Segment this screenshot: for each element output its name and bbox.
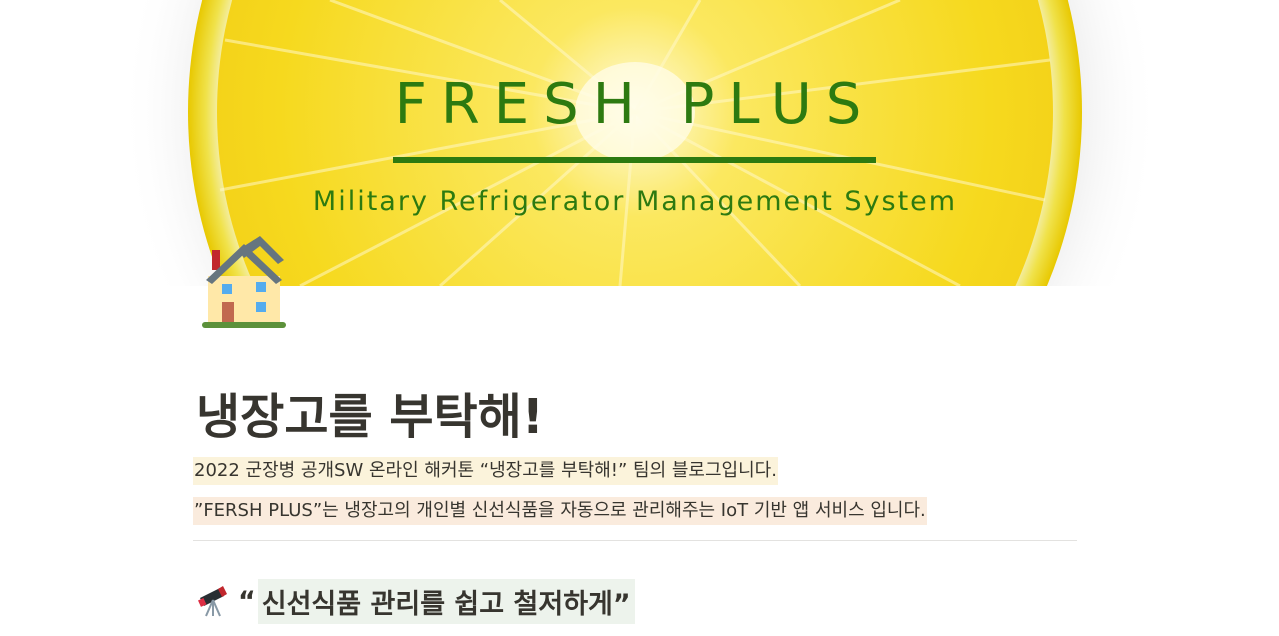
- heading-text: 신선식품 관리를 쉽고 철저하게”: [257, 578, 635, 624]
- cover-title: FRESH PLUS: [394, 72, 876, 137]
- cover-subtitle: Military Refrigerator Management System: [312, 186, 958, 217]
- lemon-cover-image: [120, 0, 1160, 286]
- page-cover[interactable]: FRESH PLUS Military Refrigerator Managem…: [0, 0, 1279, 286]
- intro-line-hackathon[interactable]: 2022 군장병 공개SW 온라인 해커톤 “냉장고를 부탁해!” 팀의 블로그…: [193, 457, 778, 485]
- telescope-icon: [198, 586, 227, 617]
- divider: [193, 540, 1077, 541]
- section-heading[interactable]: “ 신선식품 관리를 쉽고 철저하게”: [196, 578, 635, 624]
- page-title[interactable]: 냉장고를 부탁해!: [196, 377, 544, 447]
- intro-line-service[interactable]: ”FERSH PLUS”는 냉장고의 개인별 신선식품을 자동으로 관리해주는 …: [193, 497, 927, 525]
- house-icon[interactable]: [198, 236, 290, 332]
- cover-divider: [393, 157, 876, 163]
- heading-open-quote: “: [238, 585, 256, 617]
